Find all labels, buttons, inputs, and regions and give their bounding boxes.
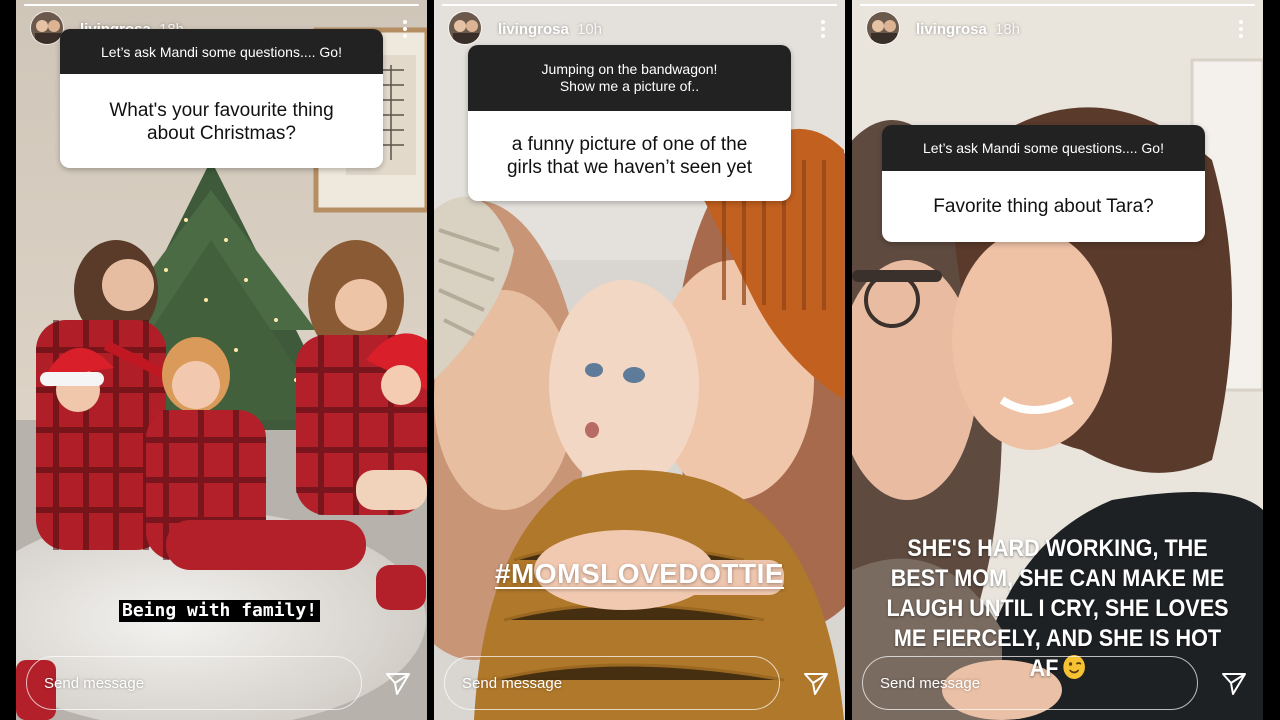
story-progress-bar: [860, 4, 1255, 6]
story-panel-baby[interactable]: livingrosa 10h Jumping on the bandwagon!…: [434, 0, 845, 720]
story-panel-christmas[interactable]: livingrosa 18h Let’s ask Mandi some ques…: [16, 0, 427, 720]
story-caption-hashtag[interactable]: #MOMSLOVEDOTTIE: [434, 558, 845, 590]
story-header: livingrosa 10h: [434, 11, 845, 47]
question-text: Favorite thing about Tara?: [882, 171, 1205, 242]
send-message-input[interactable]: Send message: [862, 656, 1198, 710]
avatar[interactable]: [448, 11, 482, 45]
question-sticker[interactable]: Jumping on the bandwagon! Show me a pict…: [468, 45, 791, 201]
story-progress-fill: [442, 4, 837, 6]
question-prompt: Let’s ask Mandi some questions.... Go!: [882, 125, 1205, 171]
avatar-image: [449, 12, 481, 44]
story-time-ago: 10h: [577, 21, 603, 38]
question-sticker[interactable]: Let’s ask Mandi some questions.... Go! F…: [882, 125, 1205, 242]
avatar-image: [867, 12, 899, 44]
send-message-input[interactable]: Send message: [26, 656, 362, 710]
question-sticker[interactable]: Let’s ask Mandi some questions.... Go! W…: [60, 29, 383, 168]
avatar[interactable]: [866, 11, 900, 45]
paper-plane-icon[interactable]: [385, 672, 411, 696]
question-text: a funny picture of one of the girls that…: [468, 111, 791, 201]
more-vertical-icon[interactable]: [815, 17, 831, 41]
story-header: livingrosa 18h: [852, 11, 1263, 47]
story-progress-fill: [860, 4, 1255, 6]
more-vertical-icon[interactable]: [1233, 17, 1249, 41]
send-message-placeholder: Send message: [462, 675, 563, 692]
paper-plane-icon[interactable]: [803, 672, 829, 696]
paper-plane-icon[interactable]: [1221, 672, 1247, 696]
story-progress-bar: [24, 4, 419, 6]
story-username[interactable]: livingrosa: [498, 21, 569, 38]
avatar[interactable]: [30, 11, 64, 45]
question-prompt: Jumping on the bandwagon! Show me a pict…: [468, 45, 791, 111]
story-caption: Being with family!: [119, 600, 321, 622]
story-username[interactable]: livingrosa: [916, 21, 987, 38]
send-message-input[interactable]: Send message: [444, 656, 780, 710]
more-vertical-icon[interactable]: [397, 17, 413, 41]
question-text: What's your favourite thing about Christ…: [60, 74, 383, 168]
story-progress-fill: [24, 4, 419, 6]
question-prompt: Let’s ask Mandi some questions.... Go!: [60, 29, 383, 74]
story-time-ago: 18h: [995, 21, 1021, 38]
send-message-placeholder: Send message: [880, 675, 981, 692]
story-progress-bar: [442, 4, 837, 6]
send-message-placeholder: Send message: [44, 675, 145, 692]
story-panel-tara[interactable]: livingrosa 18h Let’s ask Mandi some ques…: [852, 0, 1263, 720]
